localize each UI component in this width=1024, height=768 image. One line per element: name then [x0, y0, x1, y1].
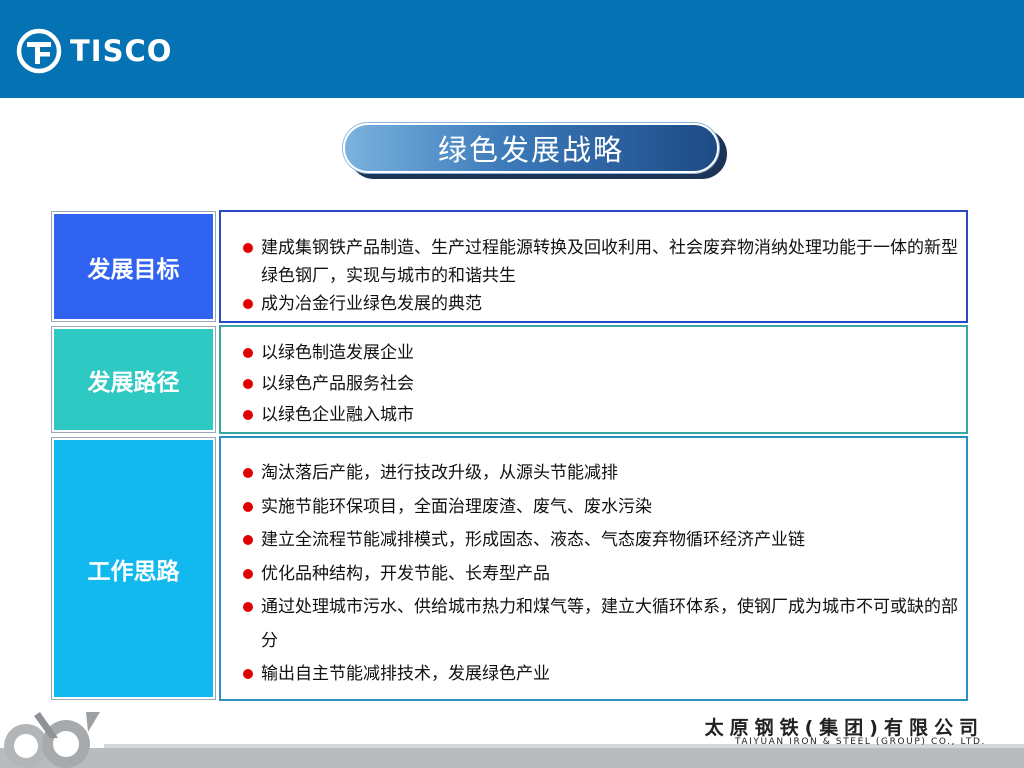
- section-work-approach: 工作思路 淘汰落后产能，进行技改升级，从源头节能减排 实施节能环保项目，全面治理…: [51, 436, 968, 701]
- bullet-list: 建成集钢铁产品制造、生产过程能源转换及回收利用、社会废弃物消纳处理功能于一体的新…: [223, 214, 964, 318]
- bullet-list: 淘汰落后产能，进行技改升级，从源头节能减排 实施节能环保项目，全面治理废渣、废气…: [223, 440, 964, 692]
- bullet-item: 输出自主节能减排技术，发展绿色产业: [241, 658, 958, 692]
- bullet-item: 以绿色产品服务社会: [241, 369, 958, 400]
- bullet-item: 成为冶金行业绿色发展的典范: [241, 290, 958, 318]
- section-content: 建成集钢铁产品制造、生产过程能源转换及回收利用、社会废弃物消纳处理功能于一体的新…: [219, 210, 968, 323]
- section-label: 发展目标: [51, 211, 216, 322]
- bullet-item: 淘汰落后产能，进行技改升级，从源头节能减排: [241, 457, 958, 491]
- section-label: 工作思路: [51, 437, 216, 700]
- bullet-item: 通过处理城市污水、供给城市热力和煤气等，建立大循环体系，使钢厂成为城市不可或缺的…: [241, 591, 958, 658]
- slide-title: 绿色发展战略: [343, 123, 729, 181]
- bullet-item: 实施节能环保项目，全面治理废渣、废气、废水污染: [241, 491, 958, 525]
- slide-title-text: 绿色发展战略: [437, 133, 624, 167]
- bullet-item: 建立全流程节能减排模式，形成固态、液态、气态废弃物循环经济产业链: [241, 524, 958, 558]
- title-pill: 绿色发展战略: [343, 123, 719, 173]
- section-development-goals: 发展目标 建成集钢铁产品制造、生产过程能源转换及回收利用、社会废弃物消纳处理功能…: [51, 210, 968, 323]
- tisco-logo: TISCO: [16, 28, 172, 74]
- company-name-cn: 太原钢铁(集团)有限公司: [704, 717, 984, 739]
- bullet-item: 以绿色制造发展企业: [241, 338, 958, 369]
- tisco-logo-icon: [16, 28, 62, 74]
- bullet-list: 以绿色制造发展企业 以绿色产品服务社会 以绿色企业融入城市: [223, 329, 964, 431]
- company-name-en: TAIYUAN IRON & STEEL (GROUP) CO., LTD.: [734, 737, 986, 747]
- section-label: 发展路径: [51, 326, 216, 433]
- bullet-item: 优化品种结构，开发节能、长寿型产品: [241, 558, 958, 592]
- company-emblem-icon: [4, 712, 100, 768]
- logo-text: TISCO: [70, 34, 173, 68]
- header-bar: TISCO: [0, 0, 1024, 98]
- footer-bar: [0, 748, 1024, 768]
- section-development-path: 发展路径 以绿色制造发展企业 以绿色产品服务社会 以绿色企业融入城市: [51, 325, 968, 434]
- bullet-item: 建成集钢铁产品制造、生产过程能源转换及回收利用、社会废弃物消纳处理功能于一体的新…: [241, 234, 958, 290]
- section-content: 以绿色制造发展企业 以绿色产品服务社会 以绿色企业融入城市: [219, 325, 968, 434]
- bullet-item: 以绿色企业融入城市: [241, 400, 958, 431]
- section-content: 淘汰落后产能，进行技改升级，从源头节能减排 实施节能环保项目，全面治理废渣、废气…: [219, 436, 968, 701]
